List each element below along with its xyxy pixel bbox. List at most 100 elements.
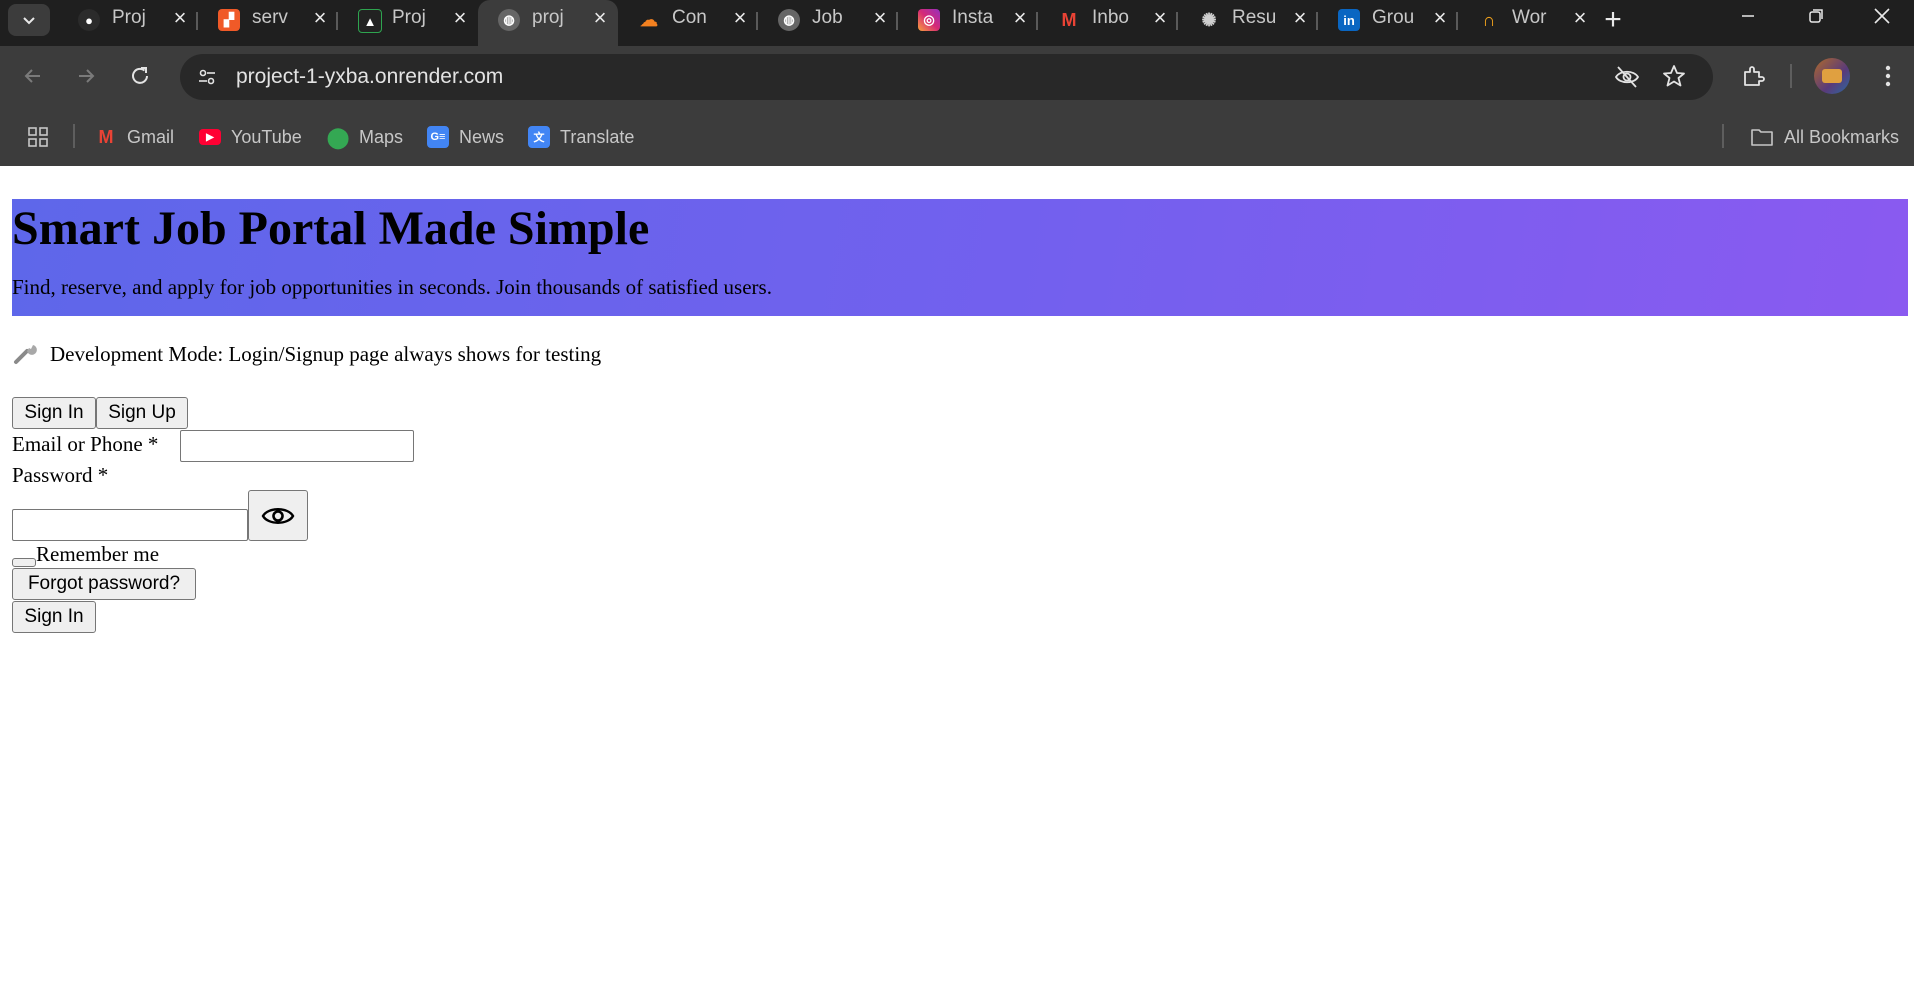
address-bar[interactable]: project-1-yxba.onrender.com xyxy=(180,54,1713,100)
close-icon xyxy=(1874,8,1890,24)
sign-up-tab[interactable]: Sign Up xyxy=(96,397,188,429)
tab-search-button[interactable] xyxy=(8,4,50,36)
toolbar-divider xyxy=(1790,64,1792,88)
remember-me-checkbox[interactable] xyxy=(12,558,36,567)
all-bookmarks-label: All Bookmarks xyxy=(1784,126,1900,147)
headset-icon: ∩ xyxy=(1482,9,1496,30)
forgot-password-button[interactable]: Forgot password? xyxy=(12,568,196,600)
page-title: Smart Job Portal Made Simple xyxy=(12,202,650,255)
tab-3[interactable]: ▲ Proj × xyxy=(336,0,478,38)
render-icon: ▞ xyxy=(218,9,240,31)
tab-9[interactable]: ✺ Resu × xyxy=(1176,0,1318,38)
maps-pin-icon: ⬤ xyxy=(326,126,350,149)
bookmark-label: News xyxy=(459,126,505,147)
email-label: Email or Phone * xyxy=(12,432,159,456)
tab-separator xyxy=(1176,12,1178,30)
wrench-icon xyxy=(14,345,37,364)
tab-separator xyxy=(336,12,338,30)
close-icon[interactable]: × xyxy=(866,4,894,32)
bookmark-gmail[interactable]: M Gmail xyxy=(95,124,175,150)
back-button[interactable] xyxy=(15,58,51,94)
close-icon[interactable]: × xyxy=(1146,4,1174,32)
tab-separator xyxy=(1036,12,1038,30)
bookmark-news[interactable]: G≡ News xyxy=(427,124,504,150)
extensions-button[interactable] xyxy=(1735,58,1771,94)
close-icon[interactable]: × xyxy=(1286,4,1314,32)
close-icon[interactable]: × xyxy=(446,4,474,32)
apps-button[interactable] xyxy=(27,124,49,150)
tab-8[interactable]: M Inbo × xyxy=(1036,0,1178,38)
vercel-icon: ▲ xyxy=(358,9,382,33)
close-icon[interactable]: × xyxy=(726,4,754,32)
tab-title: Con xyxy=(672,7,707,28)
web-page: Smart Job Portal Made Simple Find, reser… xyxy=(0,166,1914,988)
tab-separator xyxy=(196,12,198,30)
puzzle-icon xyxy=(1744,66,1765,86)
close-icon[interactable]: × xyxy=(586,4,614,32)
tab-title: Proj xyxy=(112,7,146,28)
more-vert-icon xyxy=(1885,65,1891,87)
all-bookmarks-button[interactable]: All Bookmarks xyxy=(1750,124,1899,150)
remember-me-label: Remember me xyxy=(36,542,160,566)
password-label: Password * xyxy=(12,463,109,487)
globe-icon: ◍ xyxy=(778,9,800,31)
openai-icon: ✺ xyxy=(1201,9,1217,30)
eye-off-icon[interactable] xyxy=(1614,65,1640,94)
menu-button[interactable] xyxy=(1870,58,1906,94)
bookmarks-bar: M Gmail ▶ YouTube ⬤ Maps G≡ News 文 Trans… xyxy=(0,106,1914,166)
sign-in-submit-button[interactable]: Sign In xyxy=(12,601,96,633)
news-icon: G≡ xyxy=(427,126,449,148)
instagram-icon: ◎ xyxy=(918,9,940,31)
site-info-icon[interactable] xyxy=(194,64,220,90)
tab-11[interactable]: ∩ Wor × xyxy=(1456,0,1598,38)
folder-icon xyxy=(1751,129,1773,146)
forward-button[interactable] xyxy=(68,58,104,94)
profile-avatar[interactable] xyxy=(1814,58,1850,94)
arrow-left-icon xyxy=(24,69,40,83)
sign-in-tab[interactable]: Sign In xyxy=(12,397,96,429)
tab-separator xyxy=(896,12,898,30)
cloudflare-icon: ☁ xyxy=(640,9,658,30)
reload-button[interactable] xyxy=(122,58,158,94)
tab-separator xyxy=(1316,12,1318,30)
tab-separator xyxy=(756,12,758,30)
eye-icon xyxy=(261,507,295,524)
bookmark-maps[interactable]: ⬤ Maps xyxy=(327,124,403,150)
close-icon[interactable]: × xyxy=(166,4,194,32)
tab-strip: ● Proj × ▞ serv × ▲ Proj × ◍ proj × ☁ Co… xyxy=(0,0,1914,46)
close-window-button[interactable] xyxy=(1850,0,1914,32)
tab-6[interactable]: ◍ Job × xyxy=(756,0,898,38)
email-field[interactable] xyxy=(180,430,414,462)
hero-banner: Smart Job Portal Made Simple Find, reser… xyxy=(12,199,1908,316)
minimize-button[interactable] xyxy=(1714,0,1782,32)
password-field[interactable] xyxy=(12,509,248,541)
close-icon[interactable]: × xyxy=(1566,4,1594,32)
tab-active[interactable]: ◍ proj × xyxy=(478,0,618,46)
close-icon[interactable]: × xyxy=(306,4,334,32)
dev-mode-text: Development Mode: Login/Signup page alwa… xyxy=(50,342,602,366)
reload-icon xyxy=(132,67,148,84)
tab-title: Job xyxy=(812,7,843,28)
tab-1[interactable]: ● Proj × xyxy=(58,0,198,38)
toggle-password-visibility-button[interactable] xyxy=(248,490,308,541)
bookmark-youtube[interactable]: ▶ YouTube xyxy=(199,124,302,150)
bookmark-translate[interactable]: 文 Translate xyxy=(528,124,634,150)
url-text: project-1-yxba.onrender.com xyxy=(236,65,504,88)
globe-icon: ◍ xyxy=(498,9,520,31)
new-tab-button[interactable]: + xyxy=(1596,3,1630,37)
tab-10[interactable]: in Grou × xyxy=(1316,0,1458,38)
close-icon[interactable]: × xyxy=(1006,4,1034,32)
tab-title: Inbo xyxy=(1092,7,1129,28)
tab-2[interactable]: ▞ serv × xyxy=(196,0,338,38)
hero-subtitle: Find, reserve, and apply for job opportu… xyxy=(12,275,772,299)
star-icon[interactable] xyxy=(1662,64,1686,93)
github-icon: ● xyxy=(78,9,100,31)
close-icon[interactable]: × xyxy=(1426,4,1454,32)
bookmark-label: Gmail xyxy=(127,126,175,147)
tab-7[interactable]: ◎ Insta × xyxy=(896,0,1038,38)
tab-title: Insta xyxy=(952,7,994,28)
restore-button[interactable] xyxy=(1782,0,1850,32)
tab-5[interactable]: ☁ Con × xyxy=(618,0,758,38)
translate-icon: 文 xyxy=(528,126,550,148)
gmail-icon: M xyxy=(1061,9,1077,30)
